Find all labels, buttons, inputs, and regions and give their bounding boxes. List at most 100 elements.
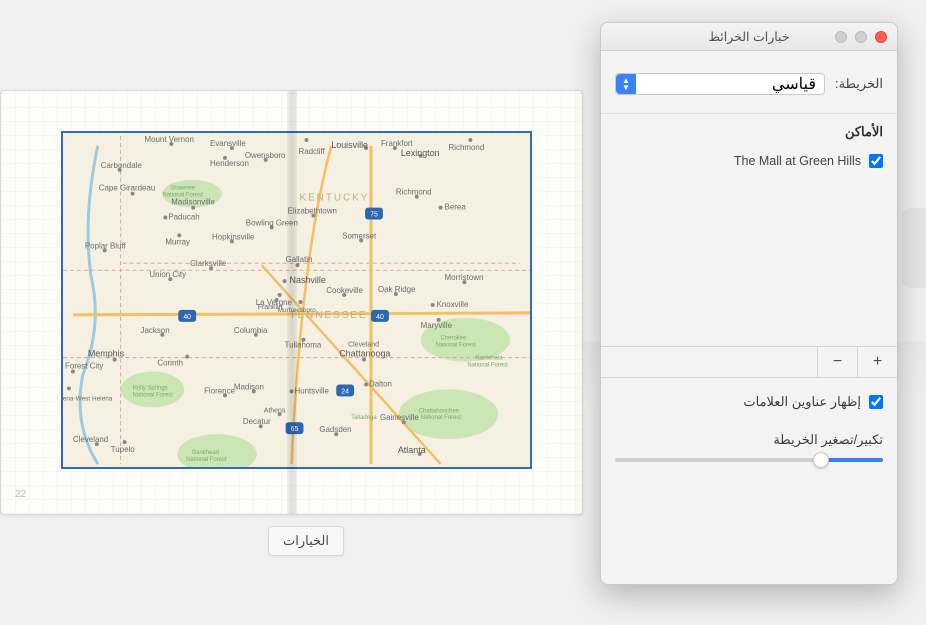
svg-text:Radcliff: Radcliff <box>298 147 325 156</box>
svg-text:Chattanooga: Chattanooga <box>339 349 390 359</box>
svg-text:Athens: Athens <box>264 407 286 414</box>
map-options-window: خيارات الخرائط قياسي ▲▼ الخريطة: الأماكن… <box>600 22 898 585</box>
page-number: 22 <box>15 489 26 500</box>
svg-text:Tullahoma: Tullahoma <box>285 341 322 350</box>
svg-text:Richmond: Richmond <box>449 143 485 152</box>
background-side-tab <box>902 208 926 288</box>
zoom-slider-thumb[interactable] <box>813 452 829 468</box>
map-canvas: 40 75 24 65 40 KENTUCKY TENNESSEE Nashvi… <box>63 133 530 467</box>
remove-place-button[interactable]: − <box>817 347 857 377</box>
svg-text:Bankhead: Bankhead <box>192 450 219 456</box>
svg-text:Talladega: Talladega <box>351 415 377 421</box>
svg-text:Madisonville: Madisonville <box>171 198 215 207</box>
svg-text:Cookeville: Cookeville <box>326 286 363 295</box>
svg-text:Shawnee: Shawnee <box>170 186 196 192</box>
svg-text:Atlanta: Atlanta <box>398 445 426 455</box>
titlebar[interactable]: خيارات الخرائط <box>601 23 897 51</box>
book-document: 40 75 24 65 40 KENTUCKY TENNESSEE Nashvi… <box>0 90 583 515</box>
svg-text:Columbia: Columbia <box>234 326 268 335</box>
svg-text:KENTUCKY: KENTUCKY <box>299 193 369 204</box>
svg-text:National Forest: National Forest <box>162 193 203 199</box>
minimize-icon[interactable] <box>855 31 867 43</box>
svg-text:Cleveland: Cleveland <box>348 342 379 349</box>
svg-text:Franklin: Franklin <box>258 304 283 311</box>
show-labels-checkbox[interactable] <box>869 395 883 409</box>
svg-text:Murray: Murray <box>165 237 190 246</box>
svg-text:Huntsville: Huntsville <box>295 386 330 395</box>
map-type-label: الخريطة: <box>835 76 883 92</box>
select-stepper-icon[interactable]: ▲▼ <box>616 74 636 94</box>
svg-text:National Forest: National Forest <box>186 457 227 463</box>
map-type-value: قياسي <box>772 74 816 94</box>
svg-text:Gallatin: Gallatin <box>286 255 313 264</box>
svg-text:Murfreesboro: Murfreesboro <box>278 307 317 314</box>
svg-text:24: 24 <box>341 388 349 395</box>
svg-text:Evansville: Evansville <box>210 139 246 148</box>
svg-text:Cape Girardeau: Cape Girardeau <box>99 184 155 193</box>
svg-text:Union City: Union City <box>149 270 186 279</box>
svg-text:Frankfort: Frankfort <box>381 139 414 148</box>
svg-text:Poplar Bluff: Poplar Bluff <box>85 241 127 250</box>
svg-text:40: 40 <box>183 314 191 321</box>
map-frame[interactable]: 40 75 24 65 40 KENTUCKY TENNESSEE Nashvi… <box>61 131 532 469</box>
add-remove-bar: − + <box>601 346 897 378</box>
svg-text:Berea: Berea <box>445 203 467 212</box>
svg-text:Helena-West Helena: Helena-West Helena <box>63 395 113 402</box>
svg-text:Paducah: Paducah <box>168 213 199 222</box>
window-title: خيارات الخرائط <box>708 29 789 44</box>
svg-text:Mount Vernon: Mount Vernon <box>144 135 193 144</box>
svg-text:Florence: Florence <box>204 386 235 395</box>
zoom-label: تكبير/تصغير الخريطة <box>615 432 883 448</box>
svg-text:Corinth: Corinth <box>157 359 183 368</box>
svg-text:Clarksville: Clarksville <box>190 259 227 268</box>
svg-text:National Forest: National Forest <box>467 363 508 369</box>
svg-text:Hopkinsville: Hopkinsville <box>212 232 255 241</box>
svg-text:Oak Ridge: Oak Ridge <box>378 285 416 294</box>
svg-text:Bowling Green: Bowling Green <box>246 218 298 227</box>
svg-text:Louisville: Louisville <box>331 140 368 150</box>
show-labels-text: إظهار عناوين العلامات <box>743 394 861 410</box>
svg-text:Maryville: Maryville <box>421 321 453 330</box>
svg-text:Dalton: Dalton <box>369 379 392 388</box>
show-labels-row[interactable]: إظهار عناوين العلامات <box>601 378 897 422</box>
place-checkbox[interactable] <box>869 154 883 168</box>
svg-text:Gainesville: Gainesville <box>380 413 419 422</box>
svg-text:Owensboro: Owensboro <box>245 151 286 160</box>
svg-text:Elizabethtown: Elizabethtown <box>288 207 337 216</box>
svg-text:Richmond: Richmond <box>396 188 432 197</box>
svg-text:Knoxville: Knoxville <box>437 300 469 309</box>
zoom-section: تكبير/تصغير الخريطة <box>601 422 897 478</box>
close-icon[interactable] <box>875 31 887 43</box>
svg-text:Nashville: Nashville <box>290 275 326 285</box>
options-tooltip: الخيارات <box>268 526 344 556</box>
places-header: الأماكن <box>601 113 897 146</box>
svg-text:Carbondale: Carbondale <box>101 161 143 170</box>
zoom-icon[interactable] <box>835 31 847 43</box>
place-label: The Mall at Green Hills <box>734 154 861 168</box>
svg-text:National Forest: National Forest <box>436 343 477 349</box>
svg-text:Decatur: Decatur <box>243 417 271 426</box>
zoom-slider[interactable] <box>615 458 883 462</box>
map-type-select[interactable]: قياسي ▲▼ <box>615 73 825 95</box>
svg-text:Somerset: Somerset <box>342 231 377 240</box>
svg-text:75: 75 <box>370 212 378 219</box>
svg-text:Madison: Madison <box>234 382 264 391</box>
svg-text:Morristown: Morristown <box>445 273 484 282</box>
add-place-button[interactable]: + <box>857 347 897 377</box>
svg-text:65: 65 <box>291 426 299 433</box>
svg-text:Lexington: Lexington <box>401 148 440 158</box>
svg-text:National Forest: National Forest <box>133 392 174 398</box>
zoom-slider-fill <box>821 458 883 462</box>
svg-text:Henderson: Henderson <box>210 159 249 168</box>
places-list: The Mall at Green Hills <box>601 146 897 346</box>
svg-text:Jackson: Jackson <box>141 326 170 335</box>
map-type-row: قياسي ▲▼ الخريطة: <box>601 51 897 113</box>
svg-text:Cleveland: Cleveland <box>73 435 108 444</box>
svg-text:Holly Springs: Holly Springs <box>133 385 168 391</box>
place-item[interactable]: The Mall at Green Hills <box>621 150 883 172</box>
svg-text:Memphis: Memphis <box>88 349 125 359</box>
svg-text:Gadsden: Gadsden <box>319 425 351 434</box>
svg-text:Nantahala: Nantahala <box>475 356 503 362</box>
svg-text:Cherokee: Cherokee <box>441 336 468 342</box>
svg-text:National Forest: National Forest <box>421 415 462 421</box>
